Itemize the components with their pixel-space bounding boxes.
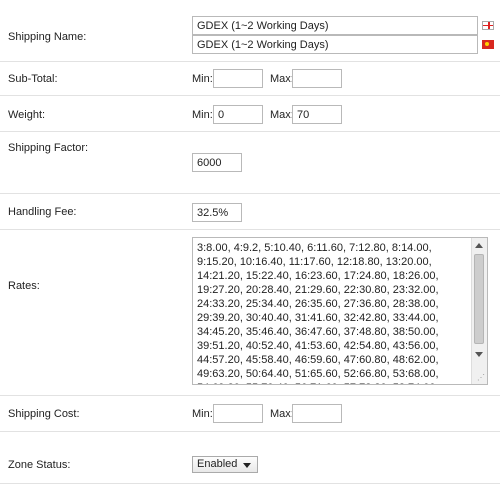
weight-max-label: Max: bbox=[270, 109, 294, 121]
shipping-cost-min-label: Min: bbox=[192, 408, 213, 420]
handling-fee-row: Handling Fee: bbox=[0, 194, 500, 230]
shipping-cost-label: Shipping Cost: bbox=[8, 408, 80, 420]
english-flag-icon bbox=[482, 21, 494, 30]
shipping-factor-row: Shipping Factor: bbox=[0, 132, 500, 194]
sub-total-max-input[interactable] bbox=[292, 69, 342, 88]
chinese-flag-icon bbox=[482, 40, 494, 49]
shipping-factor-label: Shipping Factor: bbox=[8, 142, 89, 154]
sub-total-label: Sub-Total: bbox=[8, 73, 58, 85]
rates-label: Rates: bbox=[8, 280, 40, 292]
sub-total-min-label: Min: bbox=[192, 73, 213, 85]
zone-status-value: Enabled bbox=[197, 458, 238, 470]
sub-total-min-input[interactable] bbox=[213, 69, 263, 88]
shipping-name-row: Shipping Name: bbox=[0, 0, 500, 62]
shipping-name-label: Shipping Name: bbox=[8, 31, 87, 43]
scroll-down-arrow-icon[interactable] bbox=[475, 352, 483, 357]
weight-label: Weight: bbox=[8, 109, 46, 121]
rates-scrollbar[interactable] bbox=[471, 238, 487, 384]
shipping-name-cn-input[interactable] bbox=[192, 35, 478, 54]
sub-total-max-label: Max: bbox=[270, 73, 294, 85]
chevron-down-icon bbox=[243, 463, 251, 468]
shipping-name-en-input[interactable] bbox=[192, 16, 478, 35]
scroll-up-arrow-icon[interactable] bbox=[475, 243, 483, 248]
shipping-cost-min-input[interactable] bbox=[213, 404, 263, 423]
weight-min-label: Min: bbox=[192, 109, 213, 121]
handling-fee-input[interactable] bbox=[192, 203, 242, 222]
rates-textarea[interactable]: 3:8.00, 4:9.2, 5:10.40, 6:11.60, 7:12.80… bbox=[192, 237, 488, 385]
weight-max-input[interactable] bbox=[292, 105, 342, 124]
shipping-cost-max-label: Max: bbox=[270, 408, 294, 420]
zone-status-select[interactable]: Enabled bbox=[192, 456, 258, 473]
shipping-cost-max-input[interactable] bbox=[292, 404, 342, 423]
weight-min-input[interactable] bbox=[213, 105, 263, 124]
rates-text: 3:8.00, 4:9.2, 5:10.40, 6:11.60, 7:12.80… bbox=[197, 242, 439, 384]
weight-row: Weight: Min: Max: bbox=[0, 96, 500, 132]
shipping-factor-input[interactable] bbox=[192, 153, 242, 172]
scroll-thumb[interactable] bbox=[474, 254, 484, 344]
zone-status-label: Zone Status: bbox=[8, 459, 71, 471]
shipping-cost-row: Shipping Cost: Min: Max: bbox=[0, 396, 500, 432]
resize-grip-icon[interactable]: ⋰ bbox=[477, 374, 485, 382]
handling-fee-label: Handling Fee: bbox=[8, 206, 77, 218]
sub-total-row: Sub-Total: Min: Max: bbox=[0, 62, 500, 96]
